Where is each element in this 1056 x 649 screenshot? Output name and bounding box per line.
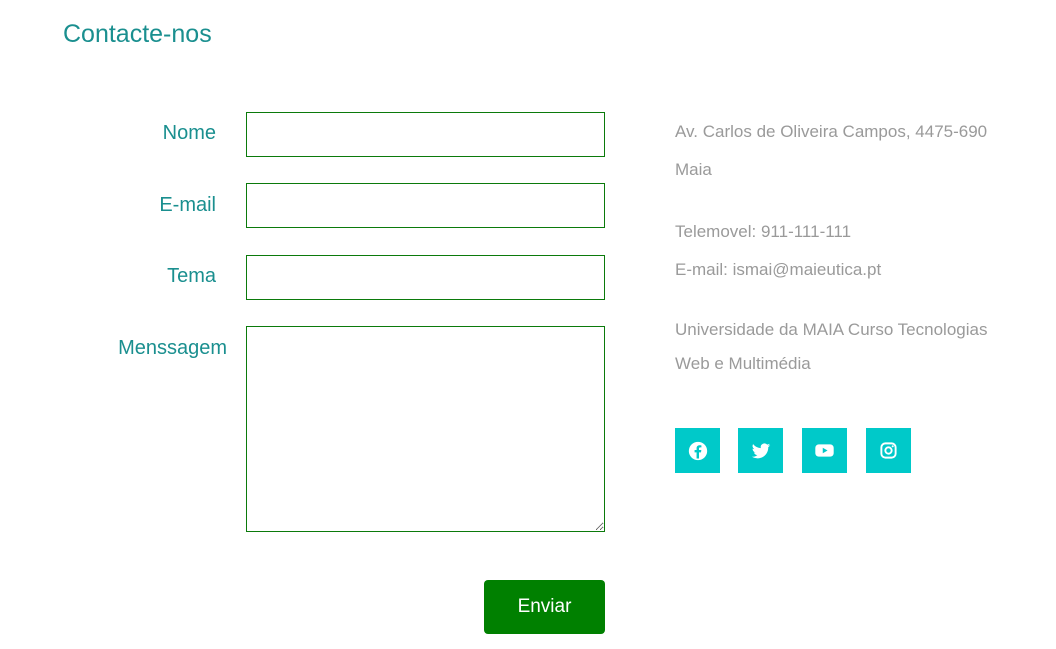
twitter-link[interactable] <box>738 428 783 473</box>
facebook-link[interactable] <box>675 428 720 473</box>
institution-line-1: Universidade da MAIA Curso Tecnologias <box>675 320 988 339</box>
message-label: Menssagem <box>118 337 227 359</box>
address-line-2: Maia <box>675 160 712 179</box>
name-input[interactable] <box>246 112 605 157</box>
subject-label: Tema <box>167 265 216 287</box>
name-label: Nome <box>162 122 216 144</box>
message-textarea[interactable] <box>246 326 605 532</box>
email-input[interactable] <box>246 183 605 228</box>
youtube-link[interactable] <box>802 428 847 473</box>
youtube-icon <box>815 444 834 457</box>
send-button[interactable]: Enviar <box>484 580 605 634</box>
address-line-1: Av. Carlos de Oliveira Campos, 4475-690 <box>675 122 988 141</box>
email-label: E-mail <box>159 194 216 216</box>
phone-text: Telemovel: 911-111-111 <box>675 222 852 241</box>
instagram-icon <box>880 442 897 459</box>
page-title: Contacte-nos <box>63 20 212 48</box>
institution-line-2: Web e Multimédia <box>675 354 811 373</box>
subject-input[interactable] <box>246 255 605 300</box>
email-text: E-mail: ismai@maieutica.pt <box>675 260 882 279</box>
twitter-icon <box>751 442 770 458</box>
instagram-link[interactable] <box>866 428 911 473</box>
facebook-icon <box>688 441 707 460</box>
